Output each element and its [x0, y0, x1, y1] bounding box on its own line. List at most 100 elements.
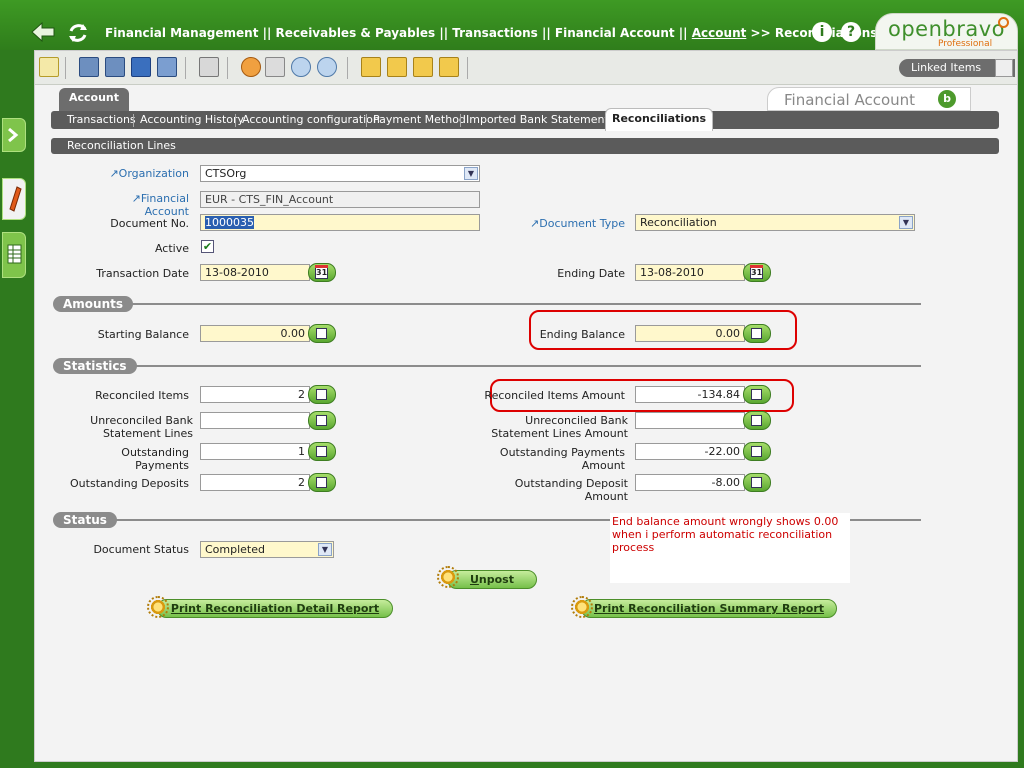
save-icon[interactable]: [131, 57, 151, 77]
tab-payment-method[interactable]: Payment Method: [373, 113, 466, 126]
ending-date-input[interactable]: 13-08-2010: [635, 264, 745, 281]
tab-account[interactable]: Account: [59, 88, 129, 112]
search-icon[interactable]: [291, 57, 311, 77]
tab-reconciliations[interactable]: Reconciliations: [605, 108, 713, 131]
tab-transactions[interactable]: Transactions: [67, 113, 136, 126]
outstanding-deposit-amount-calculator-button[interactable]: [743, 473, 771, 492]
print-summary-button-label: int Reconciliation Summary Report: [607, 602, 825, 615]
transaction-date-label: Transaction Date: [96, 267, 189, 280]
amounts-divider: [125, 303, 921, 305]
section-bar: Reconciliation Lines: [51, 138, 999, 154]
pencil-icon: [9, 186, 22, 212]
outstanding-payments-amount-label-line1: Outstanding Payments: [499, 446, 625, 459]
expand-menu-tab[interactable]: [2, 118, 26, 152]
ending-date-value: 13-08-2010: [640, 266, 704, 279]
chevron-down-icon[interactable]: ▼: [899, 216, 913, 229]
outstanding-payments-calculator-button[interactable]: [308, 442, 336, 461]
tab-accounting-configuration[interactable]: Accounting configuration: [242, 113, 380, 126]
form-view-tab[interactable]: [2, 178, 26, 220]
document-type-select[interactable]: Reconciliation ▼: [635, 214, 915, 231]
ending-balance-input[interactable]: 0.00: [635, 325, 745, 342]
delete-icon[interactable]: [199, 57, 219, 77]
tab-accounting-history[interactable]: Accounting History: [140, 113, 244, 126]
document-status-select[interactable]: Completed ▼: [200, 541, 334, 558]
print-reconciliation-detail-report-button[interactable]: Print Reconciliation Detail Report: [157, 599, 393, 618]
unreconciled-bank-lines-calculator-button[interactable]: [308, 411, 336, 430]
transaction-date-value: 13-08-2010: [205, 266, 269, 279]
starting-balance-input[interactable]: 0.00: [200, 325, 310, 342]
chevron-down-icon[interactable]: ▼: [318, 543, 332, 556]
outstanding-deposits-calculator-button[interactable]: [308, 473, 336, 492]
outstanding-deposits-field[interactable]: 2: [200, 474, 310, 491]
outstanding-deposit-amount-label-line1: Outstanding Deposit: [514, 477, 628, 490]
save-next-icon[interactable]: [105, 57, 125, 77]
ending-date-calendar-button[interactable]: 31: [743, 263, 771, 282]
attachment-icon[interactable]: [265, 57, 285, 77]
starting-balance-label: Starting Balance: [97, 328, 189, 341]
unpost-button-label: npost: [478, 573, 514, 586]
help-icon[interactable]: ?: [841, 22, 861, 42]
grid-view-tab[interactable]: [2, 232, 26, 278]
first-record-icon[interactable]: [361, 57, 381, 77]
outstanding-deposit-amount-value: -8.00: [711, 476, 740, 489]
organization-label-text: Organization: [118, 167, 189, 180]
document-type-label-text: Document Type: [539, 217, 625, 230]
toolbar-separator: [65, 57, 66, 79]
ending-date-label: Ending Date: [557, 267, 625, 280]
active-checkbox[interactable]: ✔: [201, 240, 214, 253]
gear-icon: [147, 596, 169, 618]
save-new-icon[interactable]: [79, 57, 99, 77]
reconciled-items-value: 2: [298, 388, 305, 401]
outstanding-payments-amount-field[interactable]: -22.00: [635, 443, 745, 460]
starting-balance-calculator-button[interactable]: [308, 324, 336, 343]
reconciled-items-calculator-button[interactable]: [308, 385, 336, 404]
status-heading: Status: [53, 512, 117, 528]
transaction-date-input[interactable]: 13-08-2010: [200, 264, 310, 281]
unreconciled-bank-lines-amount-calculator-button[interactable]: [743, 411, 771, 430]
new-record-icon[interactable]: [39, 57, 59, 77]
print-reconciliation-summary-report-button[interactable]: Print Reconciliation Summary Report: [581, 599, 837, 618]
back-arrow-icon[interactable]: [30, 20, 56, 44]
tab-imported-bank-statements[interactable]: Imported Bank Statements: [466, 113, 615, 126]
unreconciled-bank-lines-field[interactable]: [200, 412, 310, 429]
reconciled-items-field[interactable]: 2: [200, 386, 310, 403]
unpost-button[interactable]: Unpost: [447, 570, 537, 589]
outstanding-payments-amount-calculator-button[interactable]: [743, 442, 771, 461]
next-record-icon[interactable]: [413, 57, 433, 77]
refresh-icon[interactable]: [66, 21, 90, 45]
statistics-divider: [131, 365, 921, 367]
unreconciled-bank-lines-amount-field[interactable]: [635, 412, 745, 429]
undo-icon[interactable]: [241, 57, 261, 77]
save-close-icon[interactable]: [157, 57, 177, 77]
logo-brand: openbravo: [888, 17, 1006, 41]
outstanding-deposit-amount-label-line2: Amount: [584, 490, 628, 503]
chevron-right-icon: [8, 127, 19, 143]
statistics-heading: Statistics: [53, 358, 137, 374]
toolbar: Linked Items: [35, 51, 1017, 85]
ending-balance-calculator-button[interactable]: [743, 324, 771, 343]
outstanding-payments-value: 1: [298, 445, 305, 458]
document-no-input[interactable]: 1000035: [200, 214, 480, 231]
outstanding-deposits-label: Outstanding Deposits: [70, 477, 189, 490]
chevron-down-icon[interactable]: ▼: [464, 167, 478, 180]
last-record-icon[interactable]: [439, 57, 459, 77]
outstanding-payments-field[interactable]: 1: [200, 443, 310, 460]
info-icon[interactable]: i: [812, 22, 832, 42]
reconciled-items-amount-calculator-button[interactable]: [743, 385, 771, 404]
linked-items-button[interactable]: Linked Items: [899, 59, 1015, 77]
outstanding-payments-amount-label: Outstanding Payments Amount: [475, 446, 625, 472]
print-summary-button-mnemonic: P: [593, 602, 602, 615]
unpost-button-mnemonic: U: [469, 573, 479, 586]
organization-select[interactable]: CTSOrg ▼: [200, 165, 480, 182]
reconciled-items-amount-field[interactable]: -134.84: [635, 386, 745, 403]
transaction-date-calendar-button[interactable]: 31: [308, 263, 336, 282]
breadcrumb-account-link[interactable]: Account: [692, 26, 747, 40]
unreconciled-bank-lines-amount-label-line1: Unreconciled Bank: [525, 414, 628, 427]
advanced-search-icon[interactable]: [317, 57, 337, 77]
openbravo-logo: openbravo Professional: [875, 13, 1018, 50]
outstanding-deposit-amount-field[interactable]: -8.00: [635, 474, 745, 491]
breadcrumb: Financial Management || Receivables & Pa…: [105, 26, 877, 40]
breadcrumb-path: Financial Management || Receivables & Pa…: [105, 26, 688, 40]
reconciled-items-label: Reconciled Items: [95, 389, 189, 402]
previous-record-icon[interactable]: [387, 57, 407, 77]
